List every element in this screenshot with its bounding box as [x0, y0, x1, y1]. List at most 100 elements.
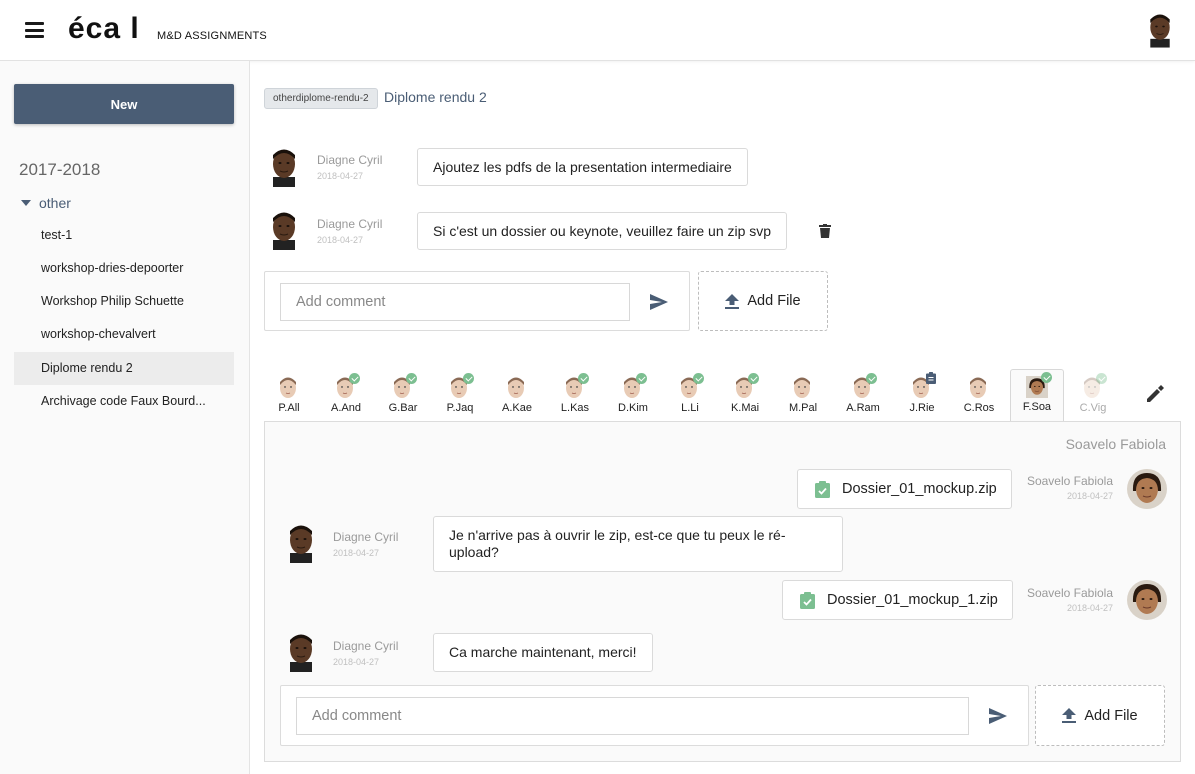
student-label: J.Rie: [909, 402, 935, 414]
check-icon: [693, 373, 704, 384]
comment-author: Diagne Cyril: [317, 153, 383, 167]
check-icon: [463, 373, 474, 384]
student-label: A.Kae: [502, 402, 532, 414]
student-tab-p-jaq[interactable]: P.Jaq: [433, 371, 487, 421]
student-tab-a-kae[interactable]: A.Kae: [490, 371, 544, 421]
comment-composer: [280, 685, 1029, 746]
student-tab-c-vig[interactable]: C.Vig: [1066, 371, 1120, 421]
message-author: Diagne Cyril: [333, 639, 399, 653]
check-icon: [1096, 373, 1107, 384]
avatar: [267, 210, 301, 250]
student-avatar: [967, 375, 989, 401]
add-file-label: Add File: [1084, 707, 1138, 724]
clipboard-check-icon: [815, 480, 830, 498]
message-author: Diagne Cyril: [333, 530, 399, 544]
message-author: Soavelo Fabiola: [1026, 586, 1113, 600]
check-icon: [636, 373, 647, 384]
user-avatar[interactable]: [1145, 10, 1175, 50]
avatar: [284, 523, 318, 563]
year-heading: 2017-2018: [19, 160, 101, 179]
check-icon: [349, 373, 360, 384]
student-tab-k-mai[interactable]: K.Mai: [718, 371, 772, 421]
student-label: G.Bar: [388, 402, 418, 414]
student-tab-g-bar[interactable]: G.Bar: [376, 371, 430, 421]
file-attachment[interactable]: Dossier_01_mockup_1.zip: [782, 580, 1013, 620]
app-subtitle: M&D ASSIGNMENTS: [157, 30, 267, 42]
student-label: F.Soa: [1022, 401, 1052, 413]
sidebar-item-workshop-dries-depoorter[interactable]: workshop-dries-depoorter: [14, 252, 234, 285]
send-icon[interactable]: [650, 294, 668, 310]
student-thread-panel: Soavelo Fabiola Dossier_01_mockup.zip So…: [264, 421, 1181, 762]
student-label: A.And: [331, 402, 361, 414]
add-file-button[interactable]: Add File: [1035, 685, 1165, 746]
student-tab-l-kas[interactable]: L.Kas: [548, 371, 602, 421]
new-button[interactable]: New: [14, 84, 234, 124]
student-tab-a-ram[interactable]: A.Ram: [836, 371, 890, 421]
student-tab-j-rie[interactable]: J.Rie: [895, 371, 949, 421]
check-icon: [406, 373, 417, 384]
app-header: éca l M&D ASSIGNMENTS: [0, 0, 1195, 61]
comment-author: Diagne Cyril: [317, 217, 383, 231]
sidebar-item-workshop-chevalvert[interactable]: workshop-chevalvert: [14, 318, 234, 351]
student-label: P.All: [278, 402, 300, 414]
comment-bubble: Si c'est un dossier ou keynote, veuillez…: [417, 212, 788, 250]
student-label: D.Kim: [618, 402, 648, 414]
student-tab-f-soa[interactable]: F.Soa: [1010, 369, 1064, 421]
sidebar-item-workshop-philip-schuette[interactable]: Workshop Philip Schuette: [14, 285, 234, 318]
comment-input[interactable]: [280, 283, 630, 321]
trash-icon[interactable]: [819, 224, 831, 238]
message-date: 2018-04-27: [1066, 491, 1113, 501]
send-icon[interactable]: [989, 708, 1007, 724]
student-label: P.Jaq: [446, 402, 474, 414]
message-bubble: Ca marche maintenant, merci!: [433, 633, 653, 672]
message-date: 2018-04-27: [1066, 603, 1113, 613]
comment-composer: [264, 271, 690, 331]
file-name: Dossier_01_mockup_1.zip: [827, 592, 998, 608]
ecal-logo[interactable]: éca l: [68, 12, 140, 46]
upload-icon: [725, 293, 740, 309]
student-tab-d-kim[interactable]: D.Kim: [606, 371, 660, 421]
add-file-button[interactable]: Add File: [698, 271, 828, 331]
comment-date: 2018-04-27: [317, 235, 364, 245]
avatar: [1127, 469, 1167, 509]
assignment-title: Diplome rendu 2: [384, 89, 487, 105]
check-icon: [748, 373, 759, 384]
sidebar-item-archivage-code[interactable]: Archivage code Faux Bourd...: [14, 385, 234, 418]
student-tab-c-ros[interactable]: C.Ros: [952, 371, 1006, 421]
caret-down-icon: [21, 200, 31, 206]
message-date: 2018-04-27: [333, 548, 380, 558]
comment-bubble: Ajoutez les pdfs de la presentation inte…: [417, 148, 748, 186]
group-label: other: [39, 195, 71, 211]
student-avatar: [791, 375, 813, 401]
group-toggle-other[interactable]: other: [21, 195, 71, 211]
student-tab-m-pal[interactable]: M.Pal: [776, 371, 830, 421]
avatar: [1127, 580, 1167, 620]
student-avatar: [505, 375, 527, 401]
sidebar-item-test-1[interactable]: test-1: [14, 219, 234, 252]
file-attachment[interactable]: Dossier_01_mockup.zip: [797, 469, 1012, 509]
student-label: C.Vig: [1079, 402, 1107, 414]
student-tab-a-and[interactable]: A.And: [319, 371, 373, 421]
clipboard-check-icon: [800, 591, 815, 609]
student-label: L.Kas: [560, 402, 590, 414]
assignment-tag: otherdiplome-rendu-2: [264, 88, 378, 109]
avatar: [267, 147, 301, 187]
student-label: A.Ram: [846, 402, 880, 414]
student-label: C.Ros: [963, 402, 995, 414]
edit-icon[interactable]: [1145, 384, 1165, 404]
comment-input[interactable]: [296, 697, 969, 735]
sidebar-item-diplome-rendu-2[interactable]: Diplome rendu 2: [14, 352, 234, 385]
student-tab-l-li[interactable]: L.Li: [663, 371, 717, 421]
menu-icon[interactable]: [25, 22, 44, 38]
check-icon: [866, 373, 877, 384]
check-icon: [578, 373, 589, 384]
student-label: M.Pal: [788, 402, 818, 414]
message-author: Soavelo Fabiola: [1026, 474, 1113, 488]
student-tab-p-all[interactable]: P.All: [262, 371, 316, 421]
comment-date: 2018-04-27: [317, 171, 364, 181]
clipboard-icon: [926, 372, 936, 384]
student-label: L.Li: [681, 402, 699, 414]
upload-icon: [1062, 708, 1077, 723]
sidebar: New 2017-2018 other test-1 workshop-drie…: [0, 61, 250, 774]
student-avatar: [277, 375, 299, 401]
